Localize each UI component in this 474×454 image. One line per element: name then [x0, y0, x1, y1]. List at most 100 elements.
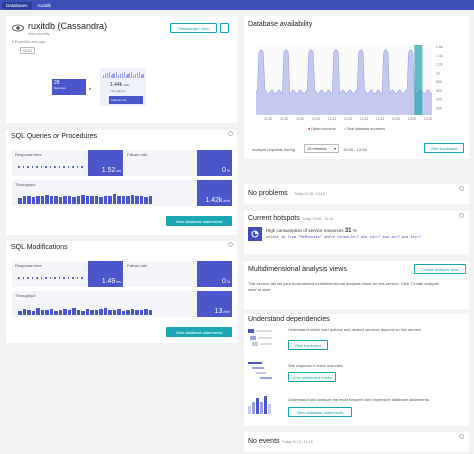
flow-arrow: ▸: [89, 86, 92, 92]
db-statements-illustration-icon: [248, 396, 271, 414]
info-icon[interactable]: [228, 131, 233, 136]
info-icon[interactable]: [228, 242, 233, 247]
response-time-dot: [58, 166, 60, 168]
breadcrumb-databases[interactable]: Databases: [2, 1, 32, 9]
throughput-bar: [135, 310, 139, 315]
response-time-dot: [36, 166, 38, 168]
throughput-bar: [67, 310, 71, 315]
response-time-dot: [72, 277, 74, 279]
failure-rate-label: Failure rate: [127, 152, 148, 157]
throughput-bar: [76, 195, 80, 204]
response-time-label: Response time: [15, 152, 42, 157]
throughput-bar: [90, 196, 94, 204]
sql-queries-title: SQL Queries or Procedures: [11, 133, 98, 140]
throughput-label: Throughput: [15, 293, 36, 298]
flow-bar: [142, 74, 144, 78]
deps-item-text-1: See requests in trace overview.: [288, 363, 344, 368]
deps-traces-button[interactable]: View distributed traces: [288, 372, 336, 382]
availability-title: Database availability: [248, 21, 313, 28]
response-time-dot: [49, 277, 51, 279]
flow-target-box[interactable]: Apache Ca...: [109, 96, 143, 104]
service-seen: Seen recently: [28, 32, 50, 36]
throughput-bar: [121, 196, 125, 204]
breadcrumb-ruxitdb[interactable]: ruxitdb: [34, 2, 56, 9]
throughput-bar: [18, 197, 22, 204]
current-hotspots-card: Current hotspots Today 13:08 - 13:18 Hig…: [244, 211, 469, 254]
info-icon[interactable]: [459, 186, 464, 191]
flow-caller-box[interactable]: 28 Services: [52, 79, 86, 95]
understand-dependencies-card: Understand dependencies Understand which…: [244, 314, 469, 426]
response-time-dot: [40, 277, 42, 279]
x-tick-label: 11:50: [296, 117, 304, 121]
throughput-bar: [117, 309, 121, 315]
response-time-dot: [36, 277, 38, 279]
throughput-bar: [112, 194, 116, 204]
throughput-bar: [130, 194, 134, 204]
throughput-bar: [99, 197, 103, 204]
traces-illustration-icon: [248, 362, 272, 379]
analyze-range: 13:08 - 13:18: [343, 147, 367, 152]
throughput-bars: [18, 303, 152, 315]
throughput-label: Throughput: [15, 182, 36, 187]
throughput-bar: [45, 194, 49, 204]
throughput-bar: [103, 196, 107, 204]
view-backtrace-button[interactable]: View backtrace: [424, 143, 464, 153]
throughput-value: 13/min: [197, 291, 232, 317]
throughput-bar: [126, 309, 130, 315]
response-time-dot: [63, 166, 65, 168]
response-time-dot: [81, 277, 83, 279]
view-db-statements-button[interactable]: View database statements: [166, 216, 232, 226]
availability-chart[interactable]: 1.6k 1.4k 1.2k 1k 800 600 400 200 11:30 11:40 11:5…: [252, 42, 462, 127]
response-time-dot: [40, 166, 42, 168]
flow-service-box[interactable]: 1.44k /min Throughput Apache Ca...: [100, 68, 146, 106]
analyze-label: Analyze requests during: [252, 147, 295, 152]
analyze-select[interactable]: 10 minutes ▾: [304, 144, 339, 153]
throughput-bar: [112, 310, 116, 315]
failure-rate-value: 0%: [197, 150, 232, 176]
legend-total[interactable]: ■ Total database accesses: [344, 127, 385, 131]
throughput-bar: [40, 195, 44, 204]
response-time-dot: [27, 277, 29, 279]
response-time-label: Response time: [15, 263, 42, 268]
selected-timeframe[interactable]: [414, 45, 423, 115]
throughput-bar: [67, 196, 71, 204]
info-icon[interactable]: [459, 434, 464, 439]
view-db-statements-button[interactable]: View database statements: [166, 327, 232, 337]
properties-toggle[interactable]: ▾ Properties and tags: [12, 40, 45, 44]
response-time-value: 1.52 ms: [88, 150, 123, 176]
throughput-bar: [135, 196, 139, 204]
deps-backtrace-button[interactable]: View backtrace: [288, 340, 328, 350]
x-tick-label: 11:30: [264, 117, 272, 121]
smartscape-button[interactable]: Smartscape view: [170, 23, 217, 33]
throughput-bar: [126, 195, 130, 204]
x-tick-label: 13:00: [408, 117, 416, 121]
service-tag[interactable]: CLOJ: [20, 47, 35, 54]
response-time-dot: [76, 166, 78, 168]
throughput-bar: [58, 197, 62, 204]
x-tick-label: 12:30: [360, 117, 368, 121]
response-time-dot: [67, 277, 69, 279]
top-bar: Databases ruxitdb: [0, 0, 474, 10]
create-analysis-view-button[interactable]: Create analysis view: [414, 264, 466, 274]
more-button[interactable]: ...: [220, 23, 229, 33]
throughput-bar: [81, 194, 85, 204]
x-tick-label: 12:20: [344, 117, 352, 121]
throughput-bar: [40, 310, 44, 315]
response-time-dot: [31, 166, 33, 168]
info-icon[interactable]: [459, 213, 464, 218]
failure-rate-value: 0%: [197, 261, 232, 287]
sql-queries-card: SQL Queries or Procedures Response time …: [6, 130, 237, 235]
legend-failed[interactable]: ■ Failed connects: [308, 127, 336, 131]
response-time-dot: [18, 277, 20, 279]
throughput-bar: [36, 308, 40, 315]
response-time-dot: [22, 166, 24, 168]
hotspots-query-link[interactable]: select id from "MeMinutes" where tenantI…: [266, 236, 421, 240]
throughput-bar: [63, 309, 67, 315]
multidimensional-card: Multidimensional analysis views Create a…: [244, 261, 469, 309]
throughput-bar: [81, 310, 85, 315]
deps-db-statements-button[interactable]: View database statements: [288, 407, 352, 417]
response-time-dot: [18, 166, 20, 168]
y-tick-label: 1.6k: [436, 45, 443, 49]
throughput-bar: [27, 309, 31, 315]
throughput-bar: [121, 310, 125, 315]
